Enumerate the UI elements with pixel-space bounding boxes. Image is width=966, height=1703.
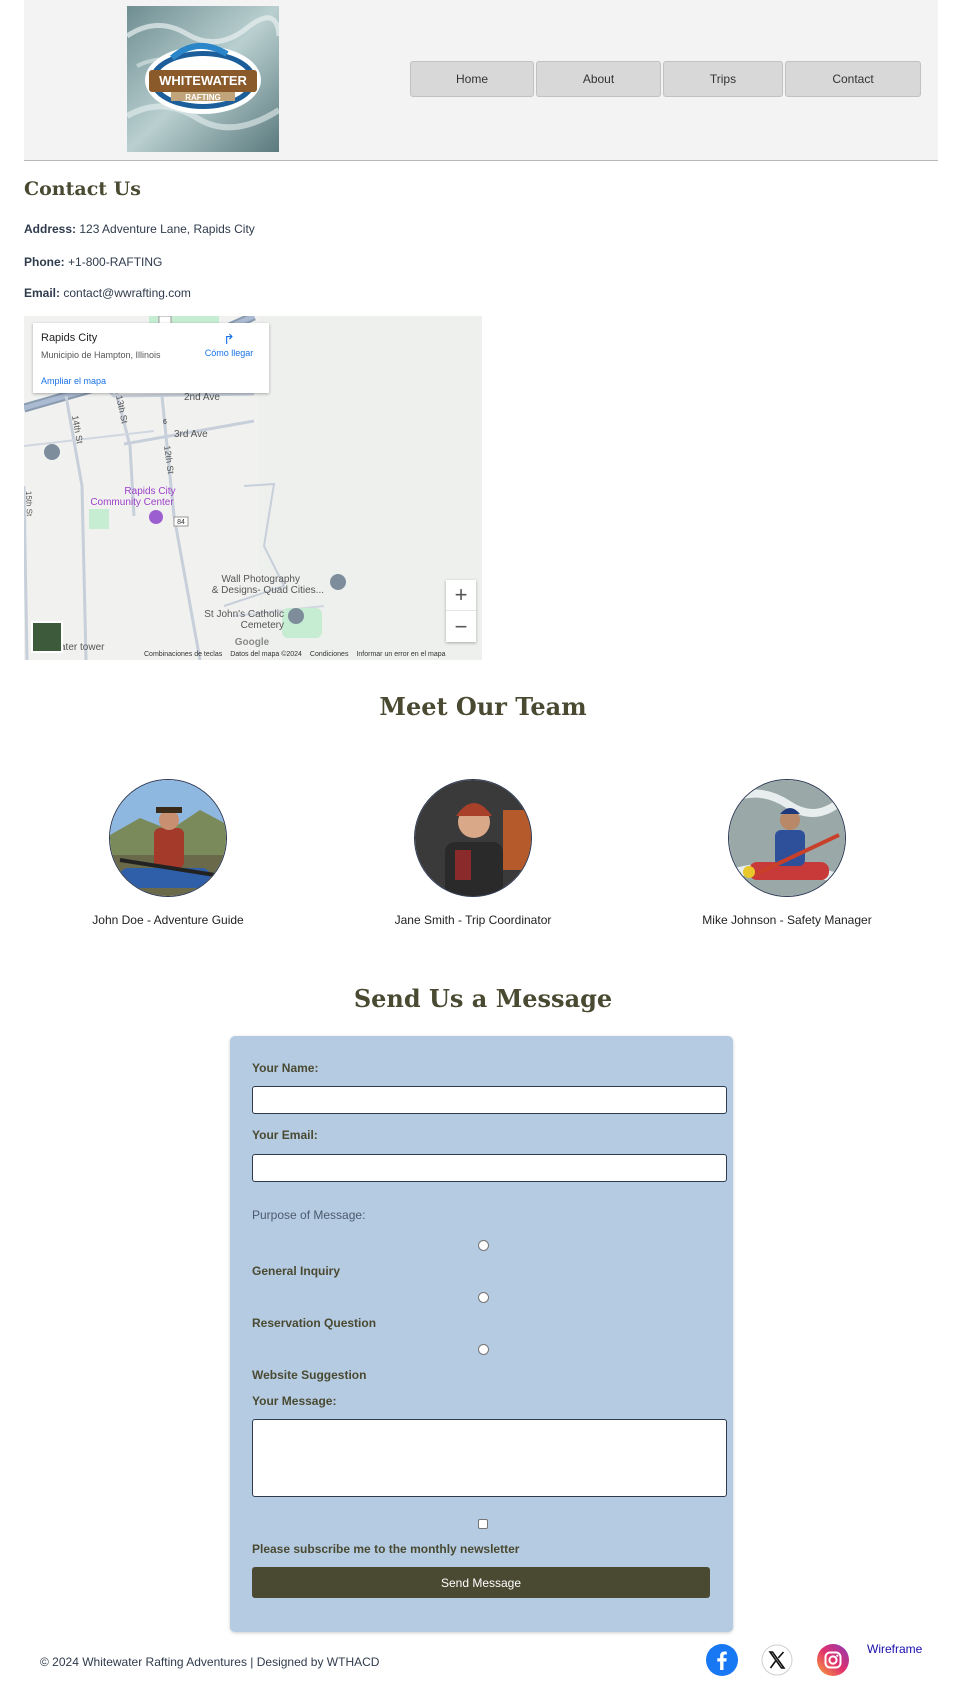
map-place-card: Rapids City Municipio de Hampton, Illino… — [33, 323, 269, 393]
nav-home-button[interactable]: Home — [410, 61, 534, 97]
map-label-cemetery-1: St John's Catholic — [204, 609, 284, 620]
email-line: Email: contact@wwrafting.com — [24, 286, 191, 300]
team-member-name: Jane Smith - Trip Coordinator — [394, 913, 552, 927]
reservation-question-radio[interactable] — [478, 1292, 489, 1303]
map-footer: Combinaciones de teclas Datos del mapa ©… — [144, 651, 446, 658]
facebook-icon[interactable] — [706, 1644, 738, 1676]
map-zoom-controls: + − — [446, 580, 476, 642]
map-label-wall-photography-1: Wall Photography — [221, 574, 300, 585]
map-label-wall-photography-2: & Designs- Quad Cities... — [212, 585, 324, 596]
team-member-card: John Doe - Adventure Guide — [58, 779, 278, 927]
embedded-map[interactable]: 2nd Ave 3rd Ave 14th St 13th St 12th St … — [24, 316, 482, 660]
nav-about-button[interactable]: About — [536, 61, 661, 97]
x-icon[interactable] — [761, 1644, 793, 1676]
map-directions-button[interactable]: ↱ Cómo llegar — [201, 332, 257, 358]
message-textarea[interactable] — [252, 1419, 727, 1497]
nav-contact-button[interactable]: Contact — [785, 61, 921, 97]
send-message-button[interactable]: Send Message — [252, 1567, 710, 1598]
map-label-2nd-ave: 2nd Ave — [184, 392, 220, 403]
newsletter-checkbox[interactable] — [478, 1519, 488, 1529]
contact-heading: Contact Us — [24, 178, 141, 200]
map-expand-link[interactable]: Ampliar el mapa — [41, 376, 106, 386]
avatar — [414, 779, 532, 897]
map-place-name: Rapids City — [41, 332, 98, 344]
map-label-community-center-1: Rapids City — [124, 486, 175, 497]
name-input[interactable] — [252, 1086, 727, 1114]
map-route-6: 6 — [163, 419, 167, 426]
team-member-name: Mike Johnson - Safety Manager — [702, 913, 872, 927]
message-label: Your Message: — [252, 1394, 337, 1408]
nav-trips-button[interactable]: Trips — [663, 61, 783, 97]
general-inquiry-label: General Inquiry — [252, 1264, 341, 1278]
map-label-community-center-2: Community Center — [90, 497, 174, 508]
google-logo: Google — [235, 637, 270, 648]
name-label: Your Name: — [252, 1061, 319, 1075]
website-suggestion-label: Website Suggestion — [252, 1368, 367, 1382]
website-suggestion-radio[interactable] — [478, 1344, 489, 1355]
address-label: Address: — [24, 222, 77, 236]
site-logo[interactable]: WHITEWATER RAFTING — [127, 6, 279, 152]
map-footer-data: Datos del mapa ©2024 — [230, 651, 302, 658]
logo-text-line2: RAFTING — [185, 93, 221, 102]
map-label-cemetery-2: Cemetery — [241, 620, 284, 631]
avatar — [109, 779, 227, 897]
map-satellite-toggle[interactable] — [31, 621, 63, 653]
team-member-card: Jane Smith - Trip Coordinator — [363, 779, 583, 927]
phone-line: Phone: +1-800-RAFTING — [24, 255, 162, 269]
contact-form: Your Name: Your Email: Purpose of Messag… — [230, 1036, 733, 1632]
logo-graphic: WHITEWATER RAFTING — [127, 6, 279, 152]
map-route-84: 84 — [177, 519, 185, 526]
map-label-15th-st: 15th St — [24, 491, 34, 517]
general-inquiry-radio[interactable] — [478, 1240, 489, 1251]
wireframe-link[interactable]: Wireframe — [867, 1642, 922, 1656]
newsletter-label: Please subscribe me to the monthly newsl… — [252, 1542, 520, 1556]
address-value: 123 Adventure Lane, Rapids City — [79, 222, 255, 236]
map-directions-label: Cómo llegar — [204, 348, 254, 358]
purpose-label: Purpose of Message: — [252, 1208, 366, 1222]
team-member-card: Mike Johnson - Safety Manager — [677, 779, 897, 927]
site-header: WHITEWATER RAFTING Home About Trips Cont… — [24, 0, 938, 161]
team-heading: Meet Our Team — [379, 692, 587, 721]
team-member-name: John Doe - Adventure Guide — [92, 913, 244, 927]
phone-label: Phone: — [24, 255, 65, 269]
zoom-in-button[interactable]: + — [446, 580, 476, 611]
map-footer-shortcuts[interactable]: Combinaciones de teclas — [144, 651, 222, 658]
logo-text-line1: WHITEWATER — [159, 73, 247, 88]
phone-value: +1-800-RAFTING — [68, 255, 163, 269]
directions-icon: ↱ — [223, 331, 235, 347]
map-footer-terms[interactable]: Condiciones — [310, 651, 349, 658]
email-value: contact@wwrafting.com — [63, 286, 191, 300]
map-label-3rd-ave: 3rd Ave — [174, 429, 208, 440]
map-footer-report[interactable]: Informar un error en el mapa — [356, 651, 445, 658]
avatar — [728, 779, 846, 897]
copyright-text: © 2024 Whitewater Rafting Adventures | D… — [40, 1655, 380, 1669]
address-line: Address: 123 Adventure Lane, Rapids City — [24, 222, 255, 236]
zoom-out-button[interactable]: − — [446, 611, 476, 642]
email-input[interactable] — [252, 1154, 727, 1182]
map-place-subtitle: Municipio de Hampton, Illinois — [41, 350, 161, 360]
form-heading: Send Us a Message — [353, 984, 613, 1013]
email-label: Your Email: — [252, 1128, 318, 1142]
reservation-question-label: Reservation Question — [252, 1316, 377, 1330]
main-nav: Home About Trips Contact — [410, 61, 921, 97]
instagram-icon[interactable] — [817, 1644, 849, 1676]
email-label: Email: — [24, 286, 61, 300]
map-label-water-tower: ater tower — [60, 642, 105, 653]
